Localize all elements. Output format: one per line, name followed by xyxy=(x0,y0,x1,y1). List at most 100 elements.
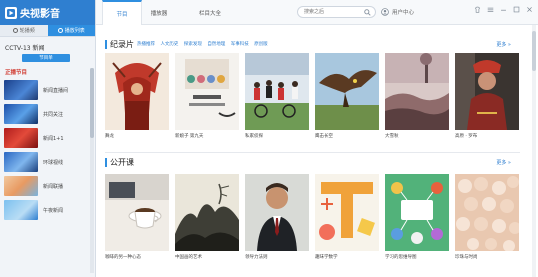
now-playing-label: 正播节目 xyxy=(5,70,28,76)
documentary-card[interactable]: 鹰击长空 xyxy=(315,53,379,139)
open-course-card[interactable]: 领导力法则 xyxy=(245,174,309,260)
card-caption: 咖啡的另一种心态 xyxy=(105,255,141,260)
section-title: 纪录片 xyxy=(110,39,134,49)
maximize-icon[interactable] xyxy=(512,5,521,14)
card-caption: 领导力法则 xyxy=(245,255,268,260)
card-thumbnail xyxy=(455,174,519,251)
user-center-link[interactable]: 用户中心 xyxy=(381,6,414,18)
card-thumbnail xyxy=(315,174,379,251)
top-bar: 节目 播放器 栏目大全 用户中心 xyxy=(96,0,538,25)
sidebar-scrollbar[interactable] xyxy=(90,68,94,273)
app-logo-bar: 央视影音 xyxy=(0,0,95,25)
tab-label: 节目 xyxy=(116,11,128,18)
program-thumbnail xyxy=(4,80,38,100)
main-scrollbar[interactable] xyxy=(532,25,536,277)
search-icon[interactable] xyxy=(364,9,371,16)
sidebar-tab-label: 轮播频 xyxy=(19,28,35,34)
section-divider xyxy=(105,152,520,153)
window-controls xyxy=(473,5,534,14)
app-logo-text: 央视影音 xyxy=(20,9,60,20)
subtab-link[interactable]: 探索发现 xyxy=(184,42,202,47)
channel-title: CCTV-13 新闻 xyxy=(5,45,45,52)
program-thumbnail xyxy=(4,128,38,148)
subtab-link[interactable]: 人文历史 xyxy=(160,42,178,47)
more-link[interactable]: 更多 » xyxy=(496,159,511,166)
open-course-card[interactable]: 中国画的艺术 xyxy=(175,174,239,260)
card-thumbnail xyxy=(105,53,169,130)
program-item[interactable]: 共同关注 xyxy=(0,102,95,126)
tab-label: 栏目大全 xyxy=(198,10,221,17)
card-thumbnail xyxy=(175,174,239,251)
program-thumbnail xyxy=(4,200,38,220)
more-label: 更多 xyxy=(496,42,507,48)
subtab-link[interactable]: 自然地理 xyxy=(207,42,225,47)
program-thumbnail xyxy=(4,104,38,124)
minimize-icon[interactable] xyxy=(499,5,508,14)
user-icon xyxy=(381,8,389,16)
section-title: 公开课 xyxy=(110,157,134,167)
program-label: 新闻1+1 xyxy=(43,135,64,142)
documentary-card[interactable]: 新娘子 第九天 xyxy=(175,53,239,139)
close-icon[interactable] xyxy=(525,5,534,14)
channel-schedule-button[interactable]: 节目单 xyxy=(22,54,70,62)
card-caption: 私家侦探 xyxy=(245,134,263,139)
sidebar-tab-playlist[interactable]: 播放列表 xyxy=(47,25,95,36)
tab-player[interactable]: 播放器 xyxy=(142,0,176,25)
documentary-card[interactable]: 大雪秋 xyxy=(385,53,449,139)
tab-label: 播放器 xyxy=(150,10,168,17)
program-item[interactable]: 新闻1+1 xyxy=(0,126,95,150)
subtab-link[interactable]: 军事科技 xyxy=(231,42,249,47)
skin-icon[interactable] xyxy=(473,5,482,14)
main-scrollbar-thumb[interactable] xyxy=(532,31,536,71)
sidebar-tab-label: 播放列表 xyxy=(64,28,85,34)
documentary-card[interactable]: 私家侦探 xyxy=(245,53,309,139)
card-caption: 舞龙 xyxy=(105,134,114,139)
sidebar-tab-carousel[interactable]: 轮播频 xyxy=(0,25,48,36)
card-caption: 珍珠与时尚 xyxy=(455,255,478,260)
program-label: 共同关注 xyxy=(43,111,64,118)
search-box xyxy=(297,6,376,18)
sidebar: 央视影音 轮播频 播放列表 CCTV-13 新闻 节目单 正播节目 新闻直播间 … xyxy=(0,0,96,277)
documentary-card[interactable]: 高原 · 罗布 xyxy=(455,53,519,139)
search-input[interactable] xyxy=(298,7,358,17)
program-label: 环球视线 xyxy=(43,159,64,166)
card-caption: 趣味学数学 xyxy=(315,255,338,260)
program-label: 午夜新闻 xyxy=(43,207,64,214)
card-caption: 新娘子 第九天 xyxy=(175,134,204,139)
card-thumbnail xyxy=(245,53,309,130)
clock-icon xyxy=(12,28,18,33)
open-course-card[interactable]: 趣味学数学 xyxy=(315,174,379,260)
card-caption: 学习的思维导图 xyxy=(385,255,417,260)
more-link[interactable]: 更多 » xyxy=(496,41,511,48)
program-thumbnail xyxy=(4,176,38,196)
card-thumbnail xyxy=(385,174,449,251)
program-thumbnail xyxy=(4,152,38,172)
program-item[interactable]: 新闻直播间 xyxy=(0,78,95,102)
documentary-card[interactable]: 舞龙 xyxy=(105,53,169,139)
card-thumbnail xyxy=(385,53,449,130)
sidebar-scrollbar-thumb[interactable] xyxy=(90,68,94,138)
app-logo-icon xyxy=(5,6,17,19)
open-course-card[interactable]: 珍珠与时尚 xyxy=(455,174,519,260)
program-item[interactable]: 新闻联播 xyxy=(0,174,95,198)
program-list: 新闻直播间 共同关注 新闻1+1 环球视线 新闻联播 午夜新闻 xyxy=(0,78,95,222)
card-caption: 高原 · 罗布 xyxy=(455,134,478,139)
card-caption: 中国画的艺术 xyxy=(175,255,202,260)
tab-programs[interactable]: 节目 xyxy=(102,0,142,25)
section-accent-bar xyxy=(105,39,107,49)
open-course-card[interactable]: 咖啡的另一种心态 xyxy=(105,174,169,260)
subtab-link[interactable]: 原创版 xyxy=(254,42,268,47)
section-header-open-course: 公开课 xyxy=(105,156,134,168)
tab-all-columns[interactable]: 栏目大全 xyxy=(188,0,232,25)
open-course-card[interactable]: 学习的思维导图 xyxy=(385,174,449,260)
program-label: 新闻联播 xyxy=(43,183,64,190)
menu-icon[interactable] xyxy=(486,5,495,14)
program-item[interactable]: 午夜新闻 xyxy=(0,198,95,222)
subtab-link[interactable]: 热播推荐 xyxy=(137,42,155,47)
card-thumbnail xyxy=(105,174,169,251)
list-icon xyxy=(57,28,63,33)
card-thumbnail xyxy=(175,53,239,130)
card-caption: 鹰击长空 xyxy=(315,134,333,139)
program-item[interactable]: 环球视线 xyxy=(0,150,95,174)
program-label: 新闻直播间 xyxy=(43,87,69,94)
